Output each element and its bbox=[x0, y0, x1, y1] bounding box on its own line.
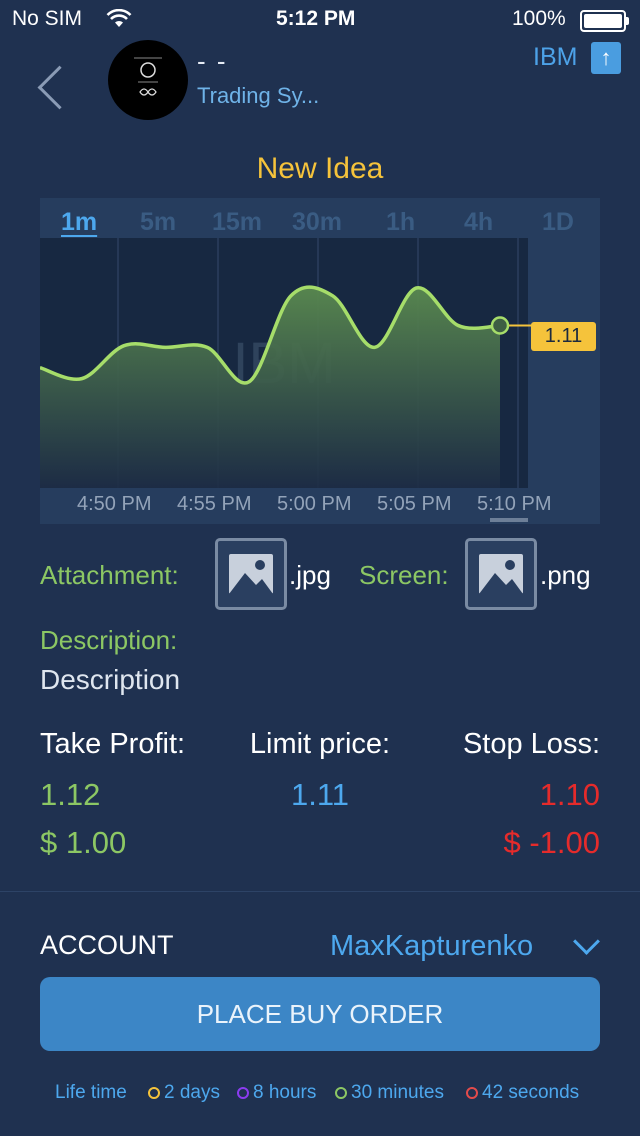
status-bar: No SIM 5:12 PM 100% bbox=[0, 0, 640, 40]
wifi-icon bbox=[106, 9, 132, 27]
image-icon[interactable] bbox=[465, 538, 537, 610]
lifetime-hours: 8 hours bbox=[253, 1082, 317, 1103]
timeframe-tab-1d[interactable]: 1D bbox=[542, 208, 574, 237]
image-icon[interactable] bbox=[215, 538, 287, 610]
chevron-left-icon[interactable] bbox=[37, 65, 82, 110]
attachment-label: Attachment: bbox=[40, 560, 179, 590]
status-time: 5:12 PM bbox=[276, 7, 356, 30]
timeframe-tab-5m[interactable]: 5m bbox=[140, 208, 176, 237]
lifetime-dot bbox=[237, 1087, 249, 1099]
price-chart[interactable]: IBM bbox=[40, 238, 600, 488]
stop-loss-price[interactable]: 1.10 bbox=[540, 777, 600, 813]
timeframe-tab-4h[interactable]: 4h bbox=[464, 208, 493, 237]
lifetime-dot bbox=[466, 1087, 478, 1099]
chart-x-label: 5:10 PM bbox=[477, 493, 552, 515]
avatar-image bbox=[134, 57, 162, 96]
battery-icon bbox=[580, 10, 629, 32]
lifetime-label: Life time bbox=[55, 1082, 127, 1103]
screen-label: Screen: bbox=[359, 560, 449, 590]
chart-x-label: 4:55 PM bbox=[177, 493, 252, 515]
lifetime-dot bbox=[335, 1087, 347, 1099]
chart-x-label: 5:00 PM bbox=[277, 493, 352, 515]
current-price-tag: 1.11 bbox=[531, 322, 596, 351]
lifetime-minutes: 30 minutes bbox=[351, 1082, 444, 1103]
page-title: New Idea bbox=[256, 152, 384, 185]
account-label: ACCOUNT bbox=[40, 930, 174, 960]
last-price-marker bbox=[490, 316, 510, 335]
lifetime-dot bbox=[148, 1087, 160, 1099]
stop-loss-label: Stop Loss: bbox=[462, 728, 600, 760]
trader-name: - - bbox=[197, 46, 228, 76]
trader-subtitle[interactable]: Trading Sy... bbox=[197, 83, 319, 109]
lifetime-days: 2 days bbox=[164, 1082, 220, 1103]
chart-x-label: 5:05 PM bbox=[377, 493, 452, 515]
chart-x-label: 4:50 PM bbox=[77, 493, 152, 515]
timeframe-tab-30m[interactable]: 30m bbox=[292, 208, 342, 237]
battery-percent: 100% bbox=[512, 7, 566, 30]
account-selector[interactable]: MaxKapturenko bbox=[330, 930, 533, 963]
timeframe-tab-1h[interactable]: 1h bbox=[386, 208, 415, 237]
image-placeholder-icon bbox=[229, 554, 273, 594]
description-label: Description: bbox=[40, 625, 178, 655]
timeframe-tab-1m[interactable]: 1m bbox=[61, 208, 97, 237]
place-buy-order-button[interactable]: PLACE BUY ORDER bbox=[40, 977, 600, 1051]
carrier-label: No SIM bbox=[12, 7, 83, 30]
attachment-extension: .jpg bbox=[289, 560, 331, 590]
image-placeholder-icon bbox=[479, 554, 523, 594]
avatar[interactable] bbox=[108, 40, 188, 120]
lifetime-seconds: 42 seconds bbox=[482, 1082, 580, 1103]
timeframe-tab-15m[interactable]: 15m bbox=[212, 208, 262, 237]
divider bbox=[0, 891, 640, 892]
take-profit-amount: $ 1.00 bbox=[40, 825, 127, 860]
chevron-down-icon[interactable] bbox=[573, 928, 600, 955]
chart-scroll-indicator[interactable] bbox=[490, 518, 528, 522]
symbol-label[interactable]: IBM bbox=[533, 43, 577, 72]
arrow-up-icon[interactable]: ↑ bbox=[591, 42, 621, 74]
description-value[interactable]: Description bbox=[40, 664, 180, 696]
stop-loss-amount: $ -1.00 bbox=[503, 825, 600, 860]
screen-extension: .png bbox=[540, 560, 591, 590]
